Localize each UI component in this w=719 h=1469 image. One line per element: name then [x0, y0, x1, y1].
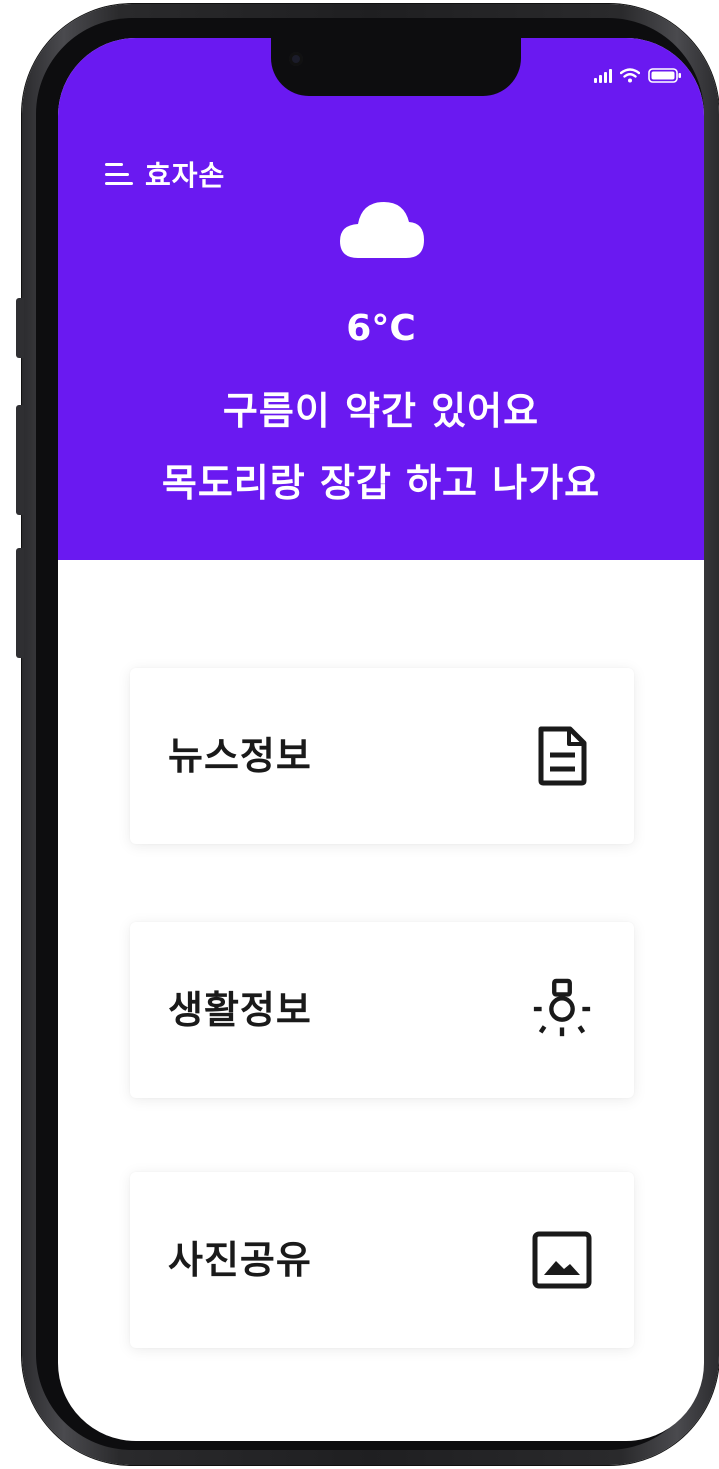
- phone-screen: 효자손 6°C 구름이 약간 있어요 목도리랑 장갑 하고 나가요 뉴스정보 생…: [58, 38, 704, 1441]
- menu-button[interactable]: 효자손: [105, 154, 225, 194]
- volume-up-button: [16, 405, 24, 515]
- weather-advice: 목도리랑 장갑 하고 나가요: [161, 461, 601, 505]
- image-icon: [530, 1227, 594, 1293]
- notch: [271, 38, 521, 96]
- news-info-label: 뉴스정보: [168, 734, 312, 778]
- photo-share-label: 사진공유: [168, 1238, 312, 1282]
- signal-icon: [594, 68, 612, 83]
- document-icon: [530, 723, 594, 789]
- battery-icon: [648, 68, 682, 83]
- status-bar: [594, 68, 682, 83]
- lightbulb-icon: [530, 977, 594, 1043]
- life-info-card[interactable]: 생활정보: [130, 922, 634, 1098]
- volume-down-button: [16, 548, 24, 658]
- life-info-label: 생활정보: [168, 988, 312, 1032]
- cloud-icon: [338, 198, 426, 260]
- photo-share-card[interactable]: 사진공유: [130, 1172, 634, 1348]
- news-info-card[interactable]: 뉴스정보: [130, 668, 634, 844]
- mute-switch: [16, 298, 24, 358]
- weather-header: 효자손 6°C 구름이 약간 있어요 목도리랑 장갑 하고 나가요: [58, 38, 704, 560]
- hamburger-menu-icon: [105, 163, 135, 185]
- front-camera: [289, 52, 303, 66]
- wifi-icon: [620, 68, 640, 83]
- weather-description: 구름이 약간 있어요: [222, 389, 540, 433]
- temperature: 6°C: [346, 308, 416, 349]
- app-title: 효자손: [145, 159, 226, 192]
